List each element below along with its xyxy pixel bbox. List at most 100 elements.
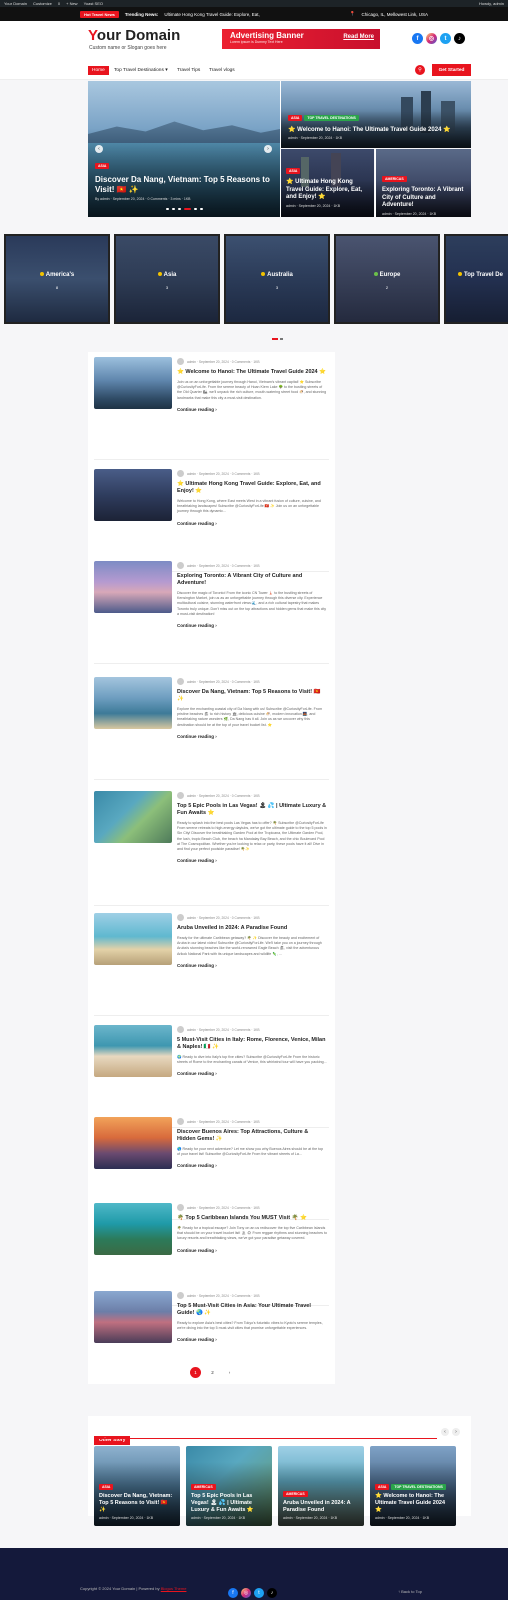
other-card-title[interactable]: Top 5 Epic Pools in Las Vegas! 🏝 💦 | Ult… <box>191 1493 267 1514</box>
admin-new-link[interactable]: + New <box>66 1 77 6</box>
category-card-australia[interactable]: Australia 3 <box>224 234 330 324</box>
other-card[interactable]: ASIA Discover Da Nang, Vietnam: Top 5 Re… <box>94 1446 180 1526</box>
hero-bl-title[interactable]: ⭐ Ultimate Hong Kong Travel Guide: Explo… <box>286 179 371 202</box>
hero-br-title[interactable]: Exploring Toronto: A Vibrant City of Cul… <box>382 187 468 210</box>
other-card-tag[interactable]: ASIA <box>99 1484 114 1490</box>
post-title[interactable]: 🌴 Top 5 Caribbean Islands You MUST Visit… <box>177 1215 327 1222</box>
hero-tr-tag[interactable]: ASIA <box>288 115 303 121</box>
footer-tiktok-icon[interactable]: ♪ <box>267 1588 277 1598</box>
get-started-button[interactable]: Get Started <box>432 64 471 76</box>
other-card[interactable]: AMERICAS Aruba Unveiled in 2024: A Parad… <box>278 1446 364 1526</box>
page-1-button[interactable]: 1 <box>190 1367 201 1378</box>
other-card-tag[interactable]: ASIA <box>375 1484 390 1490</box>
hero-br-tag[interactable]: AMERICAS <box>382 176 407 182</box>
slider-prev-icon[interactable]: ‹ <box>95 145 103 153</box>
admin-seo-link[interactable]: Yoast SEO <box>84 1 103 6</box>
post-thumbnail[interactable] <box>94 561 172 613</box>
other-card-tag2[interactable]: TOP TRAVEL DESTINATIONS <box>391 1484 446 1490</box>
advertising-banner[interactable]: Advertising Banner Lorem ipsum is Dummy … <box>222 29 380 49</box>
post-thumbnail[interactable] <box>94 469 172 521</box>
admin-comments-link[interactable]: 0 <box>58 1 60 6</box>
continue-reading-link[interactable]: Continue reading › <box>177 521 327 526</box>
search-icon[interactable]: ⚲ <box>415 65 425 75</box>
slider-dot-active[interactable] <box>183 208 191 210</box>
powered-by-link[interactable]: Blogus Theme <box>161 1586 187 1591</box>
other-next-icon[interactable]: › <box>452 1428 460 1436</box>
post-thumbnail[interactable] <box>94 913 172 965</box>
post-thumbnail[interactable] <box>94 1117 172 1169</box>
footer-facebook-icon[interactable]: f <box>228 1588 238 1598</box>
post-title[interactable]: Discover Da Nang, Vietnam: Top 5 Reasons… <box>177 689 327 703</box>
continue-reading-link[interactable]: Continue reading › <box>177 1248 327 1253</box>
slider-dot[interactable] <box>193 208 197 210</box>
category-dot-active[interactable] <box>272 338 278 340</box>
post-title[interactable]: Exploring Toronto: A Vibrant City of Cul… <box>177 573 327 587</box>
admin-customize-link[interactable]: Customize <box>33 1 52 6</box>
post-thumbnail[interactable] <box>94 1203 172 1255</box>
nav-top-destinations[interactable]: Top Travel Destinations ▾ <box>112 66 170 75</box>
nav-travel-tips[interactable]: Travel Tips <box>175 66 202 75</box>
category-dot[interactable] <box>280 338 283 340</box>
facebook-icon[interactable]: f <box>412 33 423 44</box>
post-thumbnail[interactable] <box>94 791 172 843</box>
twitter-icon[interactable]: t <box>440 33 451 44</box>
category-card-europe[interactable]: Europe 2 <box>334 234 440 324</box>
continue-reading-link[interactable]: Continue reading › <box>177 1071 327 1076</box>
category-card-asia[interactable]: Asia 3 <box>114 234 220 324</box>
back-to-top-link[interactable]: ↑ Back to Top <box>398 1589 422 1594</box>
hero-bottom-left-slide[interactable]: ASIA ⭐ Ultimate Hong Kong Travel Guide: … <box>280 149 374 217</box>
continue-reading-link[interactable]: Continue reading › <box>177 1163 327 1168</box>
other-card-title[interactable]: ⭐ Welcome to Hanoi: The Ultimate Travel … <box>375 1493 451 1514</box>
post-title[interactable]: ⭐ Welcome to Hanoi: The Ultimate Travel … <box>177 369 327 376</box>
post-title[interactable]: ⭐ Ultimate Hong Kong Travel Guide: Explo… <box>177 481 327 495</box>
footer-instagram-icon[interactable]: ◎ <box>241 1588 251 1598</box>
other-card-tag[interactable]: AMERICAS <box>191 1484 216 1490</box>
next-page-icon[interactable]: › <box>224 1367 235 1378</box>
other-card-tag[interactable]: AMERICAS <box>283 1491 308 1497</box>
continue-reading-link[interactable]: Continue reading › <box>177 407 327 412</box>
post-title[interactable]: 5 Must-Visit Cities in Italy: Rome, Flor… <box>177 1037 327 1051</box>
post-title[interactable]: Aruba Unveiled in 2024: A Paradise Found <box>177 925 327 932</box>
other-card-title[interactable]: Discover Da Nang, Vietnam: Top 5 Reasons… <box>99 1493 175 1514</box>
post-thumbnail[interactable] <box>94 1291 172 1343</box>
post-thumbnail[interactable] <box>94 677 172 729</box>
post-title[interactable]: Top 5 Epic Pools in Las Vegas! 🏝 💦 | Ult… <box>177 803 327 817</box>
category-card-top-travel[interactable]: Top Travel De <box>444 234 508 324</box>
slider-dot[interactable] <box>177 208 181 210</box>
other-prev-icon[interactable]: ‹ <box>441 1428 449 1436</box>
instagram-icon[interactable]: ◎ <box>426 33 437 44</box>
nav-travel-vlogs[interactable]: Travel vlogs <box>207 66 237 75</box>
hero-main-tag[interactable]: ASIA <box>95 163 110 169</box>
slider-dot[interactable] <box>171 208 175 210</box>
slider-dot[interactable] <box>199 208 203 210</box>
nav-home[interactable]: Home <box>88 66 109 75</box>
other-card[interactable]: ASIA TOP TRAVEL DESTINATIONS ⭐ Welcome to… <box>370 1446 456 1526</box>
post-title[interactable]: Top 5 Must-Visit Cities in Asia: Your Ul… <box>177 1303 327 1317</box>
post-thumbnail[interactable] <box>94 357 172 409</box>
continue-reading-link[interactable]: Continue reading › <box>177 1337 327 1342</box>
continue-reading-link[interactable]: Continue reading › <box>177 623 327 628</box>
hero-tr-tag2[interactable]: TOP TRAVEL DESTINATIONS <box>304 115 359 121</box>
category-card-americas[interactable]: America's 8 <box>4 234 110 324</box>
hero-bottom-right-slide[interactable]: AMERICAS Exploring Toronto: A Vibrant Ci… <box>375 149 471 217</box>
hero-bl-tag[interactable]: ASIA <box>286 168 301 174</box>
hero-top-right-slide[interactable]: ASIA TOP TRAVEL DESTINATIONS ⭐ Welcome to… <box>280 81 471 148</box>
slider-dot[interactable] <box>165 208 169 210</box>
post-title[interactable]: Discover Buenos Aires: Top Attractions, … <box>177 1129 327 1143</box>
other-card-title[interactable]: Aruba Unveiled in 2024: A Paradise Found <box>283 1500 359 1514</box>
hero-main-title[interactable]: Discover Da Nang, Vietnam: Top 5 Reasons… <box>95 175 270 195</box>
slider-next-icon[interactable]: › <box>264 145 272 153</box>
footer-twitter-icon[interactable]: t <box>254 1588 264 1598</box>
page-2-button[interactable]: 2 <box>207 1367 218 1378</box>
other-card[interactable]: AMERICAS Top 5 Epic Pools in Las Vegas! … <box>186 1446 272 1526</box>
admin-site-link[interactable]: Your Domain <box>4 1 27 6</box>
tiktok-icon[interactable]: ♪ <box>454 33 465 44</box>
post-thumbnail[interactable] <box>94 1025 172 1077</box>
site-logo[interactable]: Your Domain <box>88 27 180 44</box>
continue-reading-link[interactable]: Continue reading › <box>177 963 327 968</box>
continue-reading-link[interactable]: Continue reading › <box>177 734 327 739</box>
ad-read-more-button[interactable]: Read More <box>343 34 374 40</box>
hero-main-slide[interactable]: ‹ › ASIA Discover Da Nang, Vietnam: Top … <box>88 81 280 217</box>
trending-link[interactable]: Ultimate Hong Kong Travel Guide: Explore… <box>164 12 259 17</box>
hero-tr-title[interactable]: ⭐ Welcome to Hanoi: The Ultimate Travel … <box>288 126 468 134</box>
